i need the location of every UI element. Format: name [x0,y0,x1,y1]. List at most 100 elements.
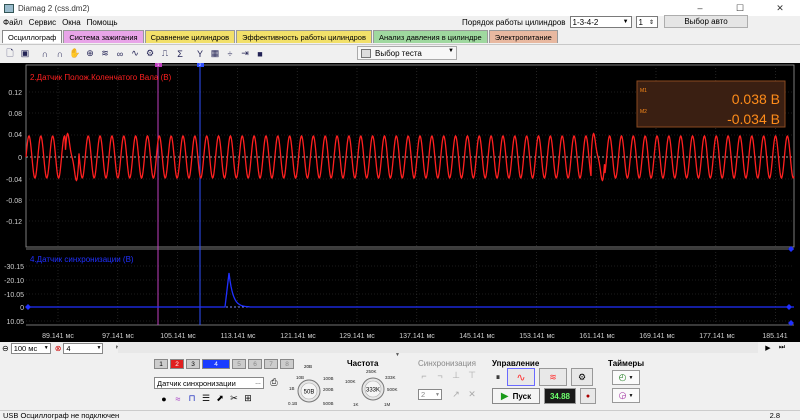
channel-sensor-value: Датчик синхронизации [157,378,236,388]
x-tick: 137.141 мс [399,333,435,340]
marker-icon[interactable]: ⇥ [238,47,252,61]
app-window: Diamag 2 (css.dm2) – ☐ ✕ Файл Сервис Окн… [0,0,800,420]
timer-1-button[interactable]: ◴ ▼ [612,370,640,385]
minimize-button[interactable]: – [680,0,720,16]
app-icon [4,3,14,13]
wave-icon[interactable]: ∩ [38,47,52,61]
multi-wave-button[interactable]: ≋ [539,368,567,386]
wave-multi-icon[interactable]: ≈ [172,393,184,404]
hand-icon[interactable]: ✋ [68,47,82,61]
frequency-knob[interactable]: 333K 250K 333K 500K 1M 1K 100K [344,367,402,409]
cylinder-order: Порядок работы цилиндров 1-3-4-2 ▼ 1 ⇕ [462,15,658,29]
grid-icon[interactable]: ▦ [208,47,222,61]
test-select[interactable]: Выбор теста ▼ [357,46,457,60]
control-panel: 1 2 3 4 5 6 7 8 Датчик синхронизации … ⎙… [150,357,644,409]
go-end-icon[interactable]: ⏭ [776,342,788,353]
knob-label: 500В [323,401,334,406]
test-select-label: Выбор теста [375,48,422,58]
wave-double-icon[interactable]: ∩ [53,47,67,61]
cylinder-spin[interactable]: 1 ⇕ [635,16,658,28]
math-icon[interactable]: Σ [173,47,187,61]
eye-icon[interactable]: ● [158,393,170,404]
test-icon [361,49,371,58]
window-title: Diamag 2 (css.dm2) [18,3,90,13]
channel-button-5[interactable]: 5 [232,359,246,369]
settings-icon[interactable]: ⚙ [143,47,157,61]
channel-4-right-marker[interactable] [786,304,792,310]
tab-power[interactable]: Электропитание [488,30,558,43]
x-tick: 169.141 мс [639,333,675,340]
new-file-icon[interactable]: 🗋 [3,47,17,61]
menu-windows[interactable]: Окна [59,18,84,27]
y-tick: 0 [18,155,22,162]
channel-button-8[interactable]: 8 [280,359,294,369]
sine-wave-button[interactable]: ∿ [507,368,535,386]
channel-button-2[interactable]: 2 [170,359,184,369]
tab-ignition[interactable]: Система зажигания [63,30,144,43]
wave-multi-icon: ≋ [549,371,557,382]
lines-icon[interactable]: ☰ [200,393,212,404]
knob-label: 100K [345,379,356,384]
version-label: 2.8 [769,411,780,420]
y-tick: -30.15 [4,264,24,271]
maximize-button[interactable]: ☐ [720,0,760,16]
menu-service[interactable]: Сервис [26,18,59,27]
x-tick: 113.141 мс [220,333,256,340]
menu-help[interactable]: Помощь [84,18,121,27]
tab-oscilloscope[interactable]: Осциллограф [2,30,63,43]
printer-icon[interactable]: ⎙ [268,377,280,388]
channel-button-4[interactable]: 4 [202,359,230,369]
pulse-icon[interactable]: ⊓ [186,393,198,404]
tab-cylinder-efficiency[interactable]: Эффективность работы цилиндров [236,30,372,43]
close-button[interactable]: ✕ [760,0,800,16]
timeline-scrollbar[interactable] [118,342,758,353]
save-icon[interactable]: ▣ [18,47,32,61]
record-icon[interactable]: ■ [253,47,267,61]
spin-arrows-icon: ⇕ [649,19,655,26]
oscilloscope-display[interactable]: 1 2 2.Датчик Полож.Коленчатого Вала (В) … [0,63,800,342]
zoom-icon[interactable]: ⊕ [83,47,97,61]
scope-canvas[interactable]: 1 2 2.Датчик Полож.Коленчатого Вала (В) … [0,63,800,342]
cylinder-spin-value: 1 [638,17,643,27]
time-div-select[interactable]: 100 мс ▼ [10,342,51,354]
stopwatch-icon: ◶ [618,390,627,400]
split-icon[interactable]: ÷ [223,47,237,61]
fps-value: 34.88 [549,391,571,401]
tab-cylinder-pressure[interactable]: Анализ давления в цилиндре [372,30,488,43]
y-tick: -0.08 [6,198,22,205]
sync-title: Синхронизация [418,359,476,368]
menu-file[interactable]: Файл [0,18,26,27]
knob-label: 10В [296,375,304,380]
select-auto-button[interactable]: Выбор авто [664,15,748,28]
play-icon: ▶ [500,390,509,402]
filter-icon[interactable]: Y [193,47,207,61]
signal-icon[interactable]: ≋ [98,47,112,61]
step-forward-icon[interactable]: ▶ [762,342,774,353]
chevron-down-icon: ▼ [628,374,634,381]
pause-icon[interactable]: ⏸ [492,372,504,383]
start-button[interactable]: ▶ Пуск [492,388,540,404]
channel-button-1[interactable]: 1 [154,359,168,369]
sine-icon[interactable]: ∿ [128,47,142,61]
step-icon[interactable]: ⎍ [158,47,172,61]
m2-value: -0.034 В [727,111,780,127]
voltage-knob[interactable]: 50В 10В 100В 200В 500В 1В 0.1В [284,371,334,409]
options-button[interactable]: ⚙ [571,368,593,386]
channel-button-7[interactable]: 7 [264,359,278,369]
record-button[interactable]: ● [580,388,596,404]
knob-label: 200В [323,387,334,392]
channel-button-3[interactable]: 3 [186,359,200,369]
channel-button-6[interactable]: 6 [248,359,262,369]
channel-icon: ⊗ [54,343,62,353]
timer-2-button[interactable]: ◶ ▼ [612,388,640,403]
tab-cylinder-compare[interactable]: Сравнение цилиндров [144,30,236,43]
phase-icon[interactable]: ∞ [113,47,127,61]
nav-channel-select[interactable]: 4 ▼ [63,342,104,354]
x-tick: 129.141 мс [339,333,375,340]
invert-icon[interactable]: ⬈ [214,393,226,404]
channel-sensor-select[interactable]: Датчик синхронизации … [154,377,264,389]
settings-sliders-icon[interactable]: ⊞ [242,393,254,404]
tools-icon[interactable]: ✂ [228,393,240,404]
channel-4-zero-marker[interactable] [25,304,31,310]
cylinder-order-select[interactable]: 1-3-4-2 ▼ [569,16,632,28]
